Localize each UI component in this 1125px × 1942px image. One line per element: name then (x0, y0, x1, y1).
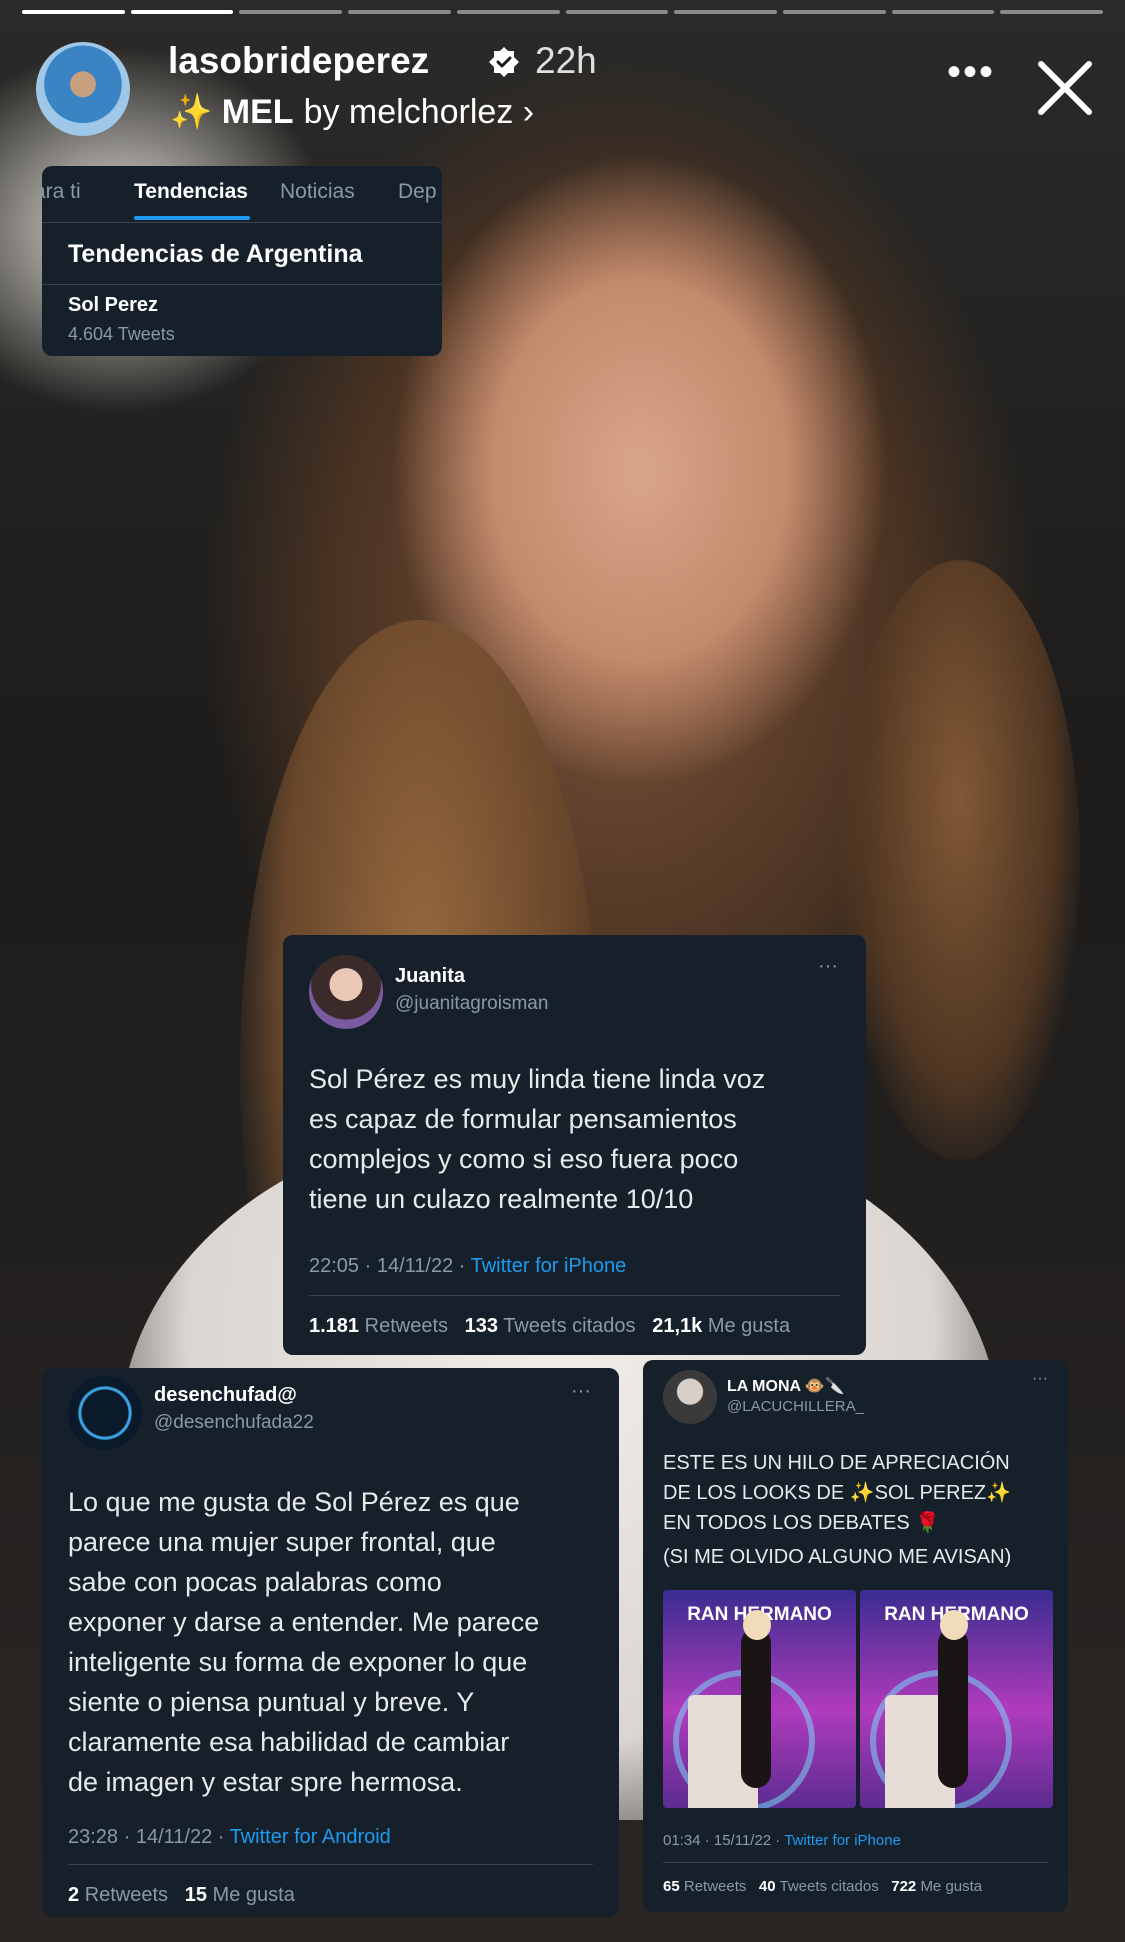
avatar (663, 1370, 717, 1424)
tweet-card-la-mona: LA MONA 🐵🔪 @LACUCHILLERA_ ··· ESTE ES UN… (643, 1360, 1068, 1912)
plug-avatar-icon (68, 1376, 142, 1450)
tweet-images: RAN HERMANO RAN HERMANO (663, 1590, 1053, 1808)
username[interactable]: lasobrideperez (168, 40, 429, 82)
more-icon: ··· (1032, 1370, 1048, 1387)
tweet-source: Twitter for Android (229, 1826, 391, 1848)
tweet-author-handle: @juanitagroisman (395, 993, 549, 1014)
tweet-text: Sol Pérez es muy linda tiene linda voz es… (309, 1064, 766, 1214)
tweet-author-name: desenchufad@ (154, 1384, 297, 1406)
verified-badge-icon (489, 47, 519, 77)
trends-tabs: ara ti Tendencias Noticias Dep (42, 166, 442, 223)
tweet-meta: 01:34 · 15/11/22 · Twitter for iPhone (663, 1832, 901, 1849)
post-time: 22h (535, 40, 597, 81)
story-progress-bar (22, 10, 1104, 14)
tweet-author-name: LA MONA 🐵🔪 (727, 1378, 845, 1395)
story-progress-segment (565, 10, 669, 14)
chevron-right-icon: › (522, 93, 535, 131)
music-author: by melchorlez (303, 93, 514, 131)
more-icon: ··· (818, 955, 838, 977)
tab-para-ti: ara ti (42, 180, 81, 203)
tweet-stats: 1.181 Retweets 133 Tweets citados 21,1k … (309, 1315, 791, 1337)
story-progress-segment (130, 10, 234, 14)
tweet-image: RAN HERMANO (860, 1590, 1053, 1808)
tab-tendencias: Tendencias (134, 180, 248, 203)
tweet-card-juanita: Juanita @juanitagroisman ··· Sol Pérez e… (283, 935, 866, 1355)
tweet-meta: 22:05 · 14/11/22 · Twitter for iPhone (309, 1255, 627, 1277)
more-icon: ··· (571, 1380, 591, 1402)
story-progress-segment (239, 10, 343, 14)
story-progress-segment (456, 10, 560, 14)
avatar (309, 955, 383, 1029)
story-viewer[interactable]: lasobrideperez 22h ✨ MEL by melchorlez › … (0, 0, 1125, 1942)
trends-card: ara ti Tendencias Noticias Dep Tendencia… (42, 166, 442, 356)
tab-noticias: Noticias (280, 180, 355, 203)
story-progress-segment (22, 10, 125, 14)
tweet-meta: 23:28 · 14/11/22 · Twitter for Android (68, 1826, 391, 1848)
tweet-card-desenchufada: desenchufad@ @desenchufada22 ··· Lo que … (42, 1368, 619, 1917)
active-tab-indicator (134, 216, 250, 220)
divider (309, 1295, 840, 1296)
tweet-stats: 65 Retweets 40 Tweets citados 722 Me gus… (663, 1878, 983, 1895)
trends-heading: Tendencias de Argentina (68, 240, 363, 268)
more-options-icon[interactable]: ••• (947, 50, 995, 95)
close-icon[interactable] (1035, 58, 1095, 118)
story-progress-segment (348, 10, 451, 14)
divider (42, 284, 442, 285)
avatar[interactable] (36, 42, 130, 136)
story-progress-segment (674, 10, 777, 14)
trend-name: Sol Perez (68, 294, 159, 316)
story-progress-segment (1000, 10, 1104, 14)
tab-deportes: Dep (398, 180, 437, 203)
sparkles-icon: ✨ (170, 93, 213, 131)
tweet-source: Twitter for iPhone (784, 1832, 901, 1849)
story-header: lasobrideperez 22h ✨ MEL by melchorlez › … (30, 38, 1095, 138)
divider (68, 1864, 593, 1865)
tweet-author-name: Juanita (395, 965, 466, 987)
story-progress-segment (782, 10, 886, 14)
music-attribution[interactable]: ✨ MEL by melchorlez › (170, 92, 534, 132)
tweet-text: Lo que me gusta de Sol Pérez es que parec… (68, 1487, 540, 1797)
background-photo-hair-right (840, 560, 1080, 1160)
tweet-image: RAN HERMANO (663, 1590, 856, 1808)
tweet-source: Twitter for iPhone (470, 1255, 627, 1277)
tweet-author-handle: @LACUCHILLERA_ (727, 1398, 864, 1415)
tweet-stats: 2 Retweets 15 Me gusta (68, 1884, 295, 1906)
trend-count: 4.604 Tweets (68, 324, 175, 344)
story-progress-segment (891, 10, 995, 14)
divider (663, 1862, 1048, 1863)
tweet-text: ESTE ES UN HILO DE APRECIACIÓN DE LOS LOO… (663, 1452, 1012, 1568)
music-name: MEL (221, 93, 294, 131)
tweet-author-handle: @desenchufada22 (154, 1412, 314, 1433)
